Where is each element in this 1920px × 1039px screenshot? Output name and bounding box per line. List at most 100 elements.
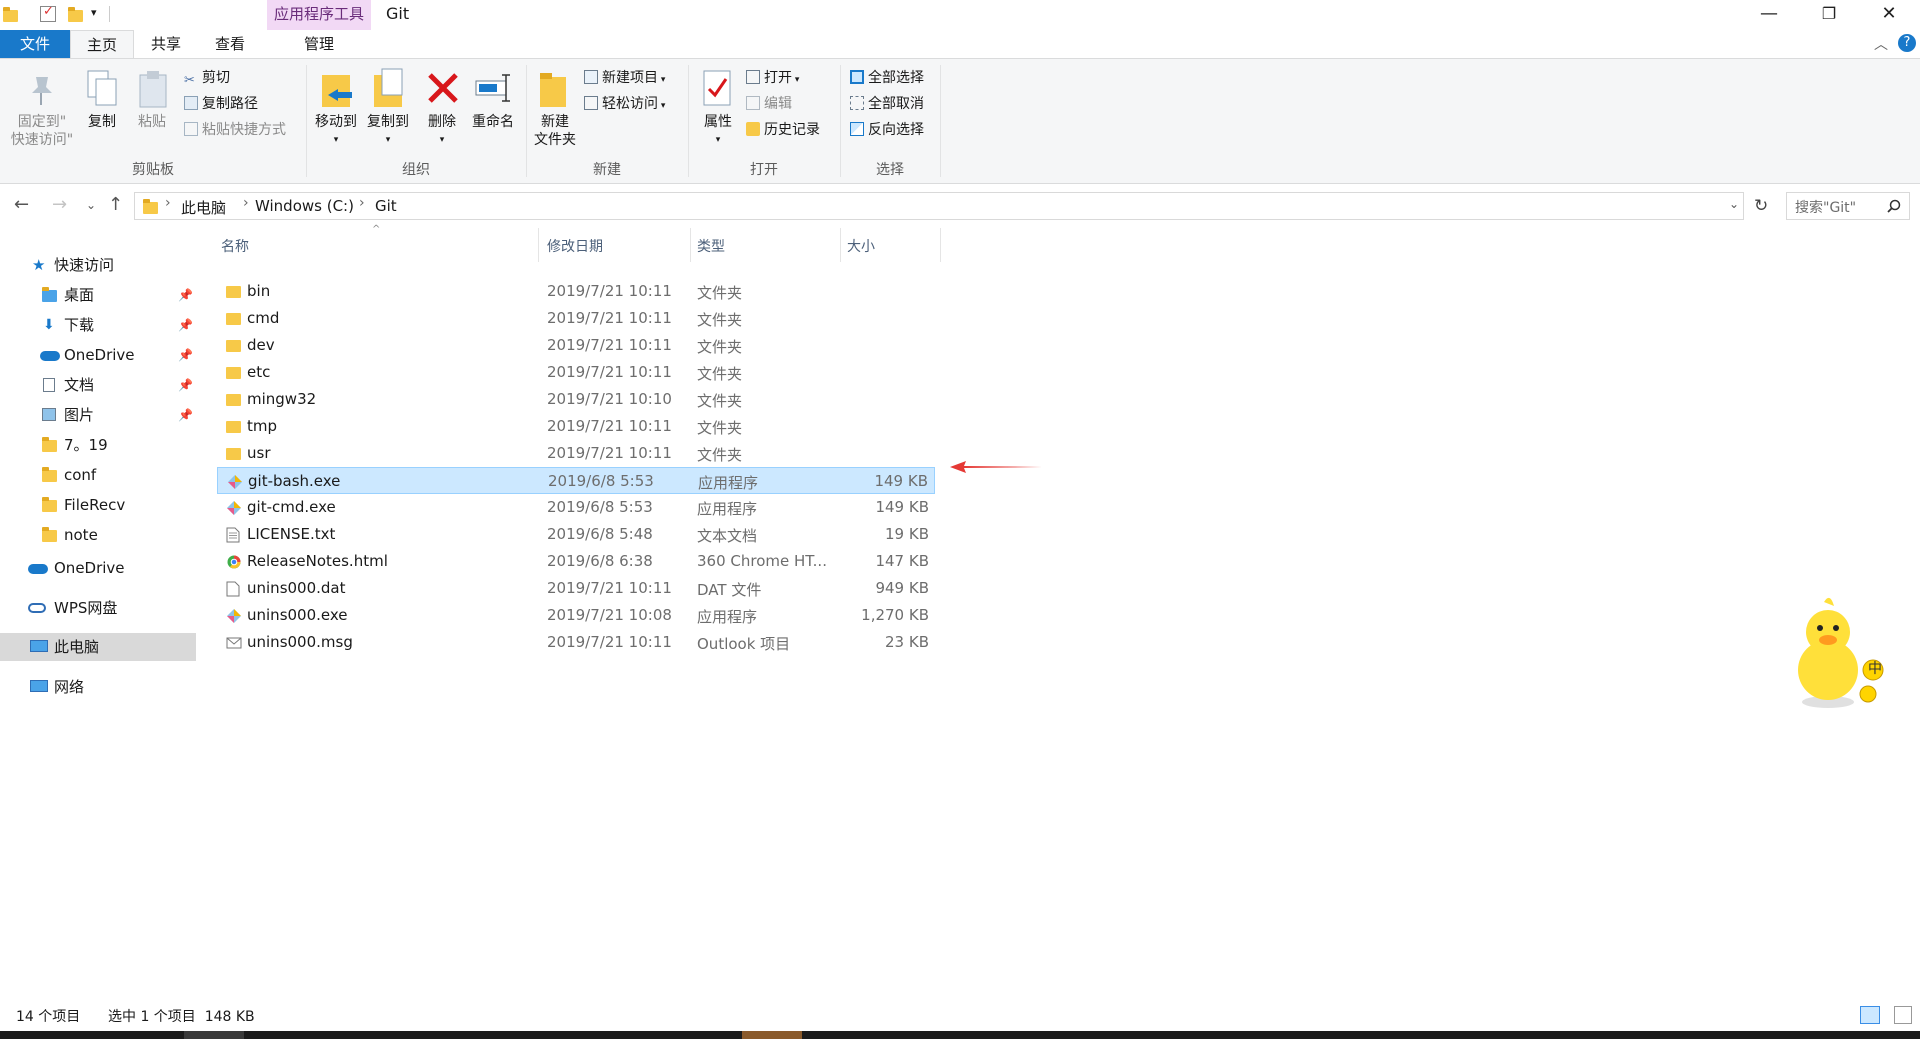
computer-icon — [30, 640, 48, 652]
pin-icon[interactable]: 📌 — [178, 371, 193, 399]
nav-network[interactable]: 网络 — [0, 673, 196, 701]
close-button[interactable]: ✕ — [1860, 0, 1918, 30]
new-folder-quick-icon[interactable] — [68, 7, 83, 22]
easy-access-button[interactable]: 轻松访问 ▾ — [584, 95, 665, 115]
taskbar-item[interactable] — [184, 1031, 244, 1039]
open-button[interactable]: 打开 ▾ — [746, 69, 799, 89]
column-header-size[interactable]: 大小 — [847, 236, 875, 256]
copy-path-button[interactable]: 复制路径 — [184, 95, 258, 113]
pin-to-quick-access-button[interactable]: 固定到" 快速访问" — [6, 113, 78, 149]
select-none-button[interactable]: 全部取消 — [850, 95, 924, 113]
nav-item-desktop[interactable]: 桌面 📌 — [0, 281, 196, 309]
nav-wps-drive[interactable]: WPS网盘 — [0, 594, 196, 622]
tab-home[interactable]: 主页 — [70, 30, 134, 58]
file-row[interactable]: unins000.msg 2019/7/21 10:11 Outlook 项目 23 … — [217, 629, 935, 656]
move-to-button[interactable]: 移动到 ▾ — [310, 113, 362, 149]
address-bar[interactable]: › 此电脑 › Windows (C:) › Git ⌄ — [134, 192, 1744, 220]
breadcrumb-this-pc[interactable]: 此电脑 — [181, 197, 226, 218]
pin-icon[interactable]: 📌 — [178, 281, 193, 309]
back-arrow-icon[interactable]: ← — [14, 194, 29, 215]
search-input[interactable]: 搜索"Git" — [1786, 192, 1910, 220]
file-row[interactable]: bin 2019/7/21 10:11 文件夹 — [217, 278, 935, 305]
customize-quick-access-icon[interactable]: ▾ — [91, 6, 97, 19]
file-row[interactable]: git-cmd.exe 2019/6/8 5:53 应用程序 149 KB — [217, 494, 935, 521]
column-divider[interactable] — [690, 228, 691, 262]
tab-manage[interactable]: 管理 — [267, 30, 371, 58]
file-type: 应用程序 — [698, 474, 759, 492]
edit-button[interactable]: 编辑 — [746, 95, 792, 113]
rename-button[interactable]: 重命名 — [466, 113, 520, 131]
file-row[interactable]: etc 2019/7/21 10:11 文件夹 — [217, 359, 935, 386]
file-row[interactable]: git-bash.exe 2019/6/8 5:53 应用程序 149 KB — [217, 467, 935, 494]
file-name: ReleaseNotes.html — [247, 552, 388, 570]
history-button[interactable]: 历史记录 — [746, 121, 820, 139]
help-icon[interactable]: ? — [1898, 34, 1916, 52]
pin-icon[interactable]: 📌 — [178, 401, 193, 429]
up-arrow-icon[interactable]: ↑ — [108, 194, 123, 215]
address-dropdown-chevron-icon[interactable]: ⌄ — [1729, 197, 1739, 211]
file-row[interactable]: mingw32 2019/7/21 10:10 文件夹 — [217, 386, 935, 413]
file-row[interactable]: usr 2019/7/21 10:11 文件夹 — [217, 440, 935, 467]
recent-locations-chevron-icon[interactable]: ⌄ — [86, 198, 96, 212]
file-row[interactable]: LICENSE.txt 2019/6/8 5:48 文本文档 19 KB — [217, 521, 935, 548]
file-row[interactable]: tmp 2019/7/21 10:11 文件夹 — [217, 413, 935, 440]
copy-button[interactable]: 复制 — [84, 113, 120, 131]
nav-this-pc[interactable]: 此电脑 — [0, 633, 196, 661]
chevron-right-icon[interactable]: › — [359, 195, 365, 211]
nav-item-conf[interactable]: conf — [0, 461, 196, 489]
column-divider[interactable] — [840, 228, 841, 262]
column-header-date[interactable]: 修改日期 — [547, 236, 603, 256]
tab-share[interactable]: 共享 — [134, 30, 198, 58]
nav-item-documents[interactable]: 文档 📌 — [0, 371, 196, 399]
ime-chinese-badge[interactable]: 中 — [1865, 658, 1885, 678]
properties-button[interactable]: 属性 ▾ — [694, 113, 742, 149]
git-app-icon — [226, 608, 242, 628]
new-folder-button[interactable]: 新建 文件夹 — [530, 113, 580, 149]
select-all-button[interactable]: 全部选择 — [850, 69, 924, 87]
paste-shortcut-button[interactable]: 粘贴快捷方式 — [184, 121, 286, 139]
delete-button[interactable]: 删除 ▾ — [422, 113, 462, 149]
properties-quick-icon[interactable]: ✓ — [40, 4, 56, 22]
breadcrumb-git[interactable]: Git — [375, 197, 397, 215]
nav-item-note[interactable]: note — [0, 521, 196, 549]
copy-to-button[interactable]: 复制到 ▾ — [362, 113, 414, 149]
tab-file[interactable]: 文件 — [0, 30, 70, 58]
nav-item-onedrive-quick[interactable]: OneDrive 📌 — [0, 341, 196, 369]
nav-quick-access[interactable]: ★ 快速访问 — [0, 251, 196, 279]
folder-icon — [226, 448, 241, 460]
new-item-button[interactable]: 新建项目 ▾ — [584, 69, 665, 89]
chevron-right-icon[interactable]: › — [165, 195, 171, 211]
search-icon[interactable] — [1887, 199, 1901, 213]
column-header-name[interactable]: 名称 — [221, 236, 249, 256]
file-row[interactable]: ReleaseNotes.html 2019/6/8 6:38 360 Chrome… — [217, 548, 935, 575]
file-row[interactable]: dev 2019/7/21 10:11 文件夹 — [217, 332, 935, 359]
maximize-button[interactable]: ❐ — [1800, 0, 1858, 30]
forward-arrow-icon[interactable]: → — [52, 194, 67, 215]
large-icons-view-icon[interactable] — [1894, 1006, 1912, 1024]
minimize-button[interactable]: — — [1740, 0, 1798, 30]
nav-item-filerecv[interactable]: FileRecv — [0, 491, 196, 519]
file-row[interactable]: cmd 2019/7/21 10:11 文件夹 — [217, 305, 935, 332]
paste-button[interactable]: 粘贴 — [134, 113, 170, 131]
breadcrumb-windows-c[interactable]: Windows (C:) — [255, 197, 354, 215]
details-view-icon[interactable] — [1860, 1006, 1880, 1024]
invert-selection-button[interactable]: 反向选择 — [850, 121, 924, 139]
file-name: git-cmd.exe — [247, 498, 336, 516]
pin-icon[interactable]: 📌 — [178, 311, 193, 339]
collapse-ribbon-icon[interactable]: ︿ — [1874, 34, 1888, 54]
cut-button[interactable]: ✂ 剪切 — [184, 69, 230, 88]
chevron-right-icon[interactable]: › — [243, 195, 249, 211]
pin-icon[interactable]: 📌 — [178, 341, 193, 369]
nav-onedrive[interactable]: OneDrive — [0, 554, 196, 582]
nav-item-pictures[interactable]: 图片 📌 — [0, 401, 196, 429]
column-divider[interactable] — [940, 228, 941, 262]
tab-view[interactable]: 查看 — [198, 30, 262, 58]
file-row[interactable]: unins000.dat 2019/7/21 10:11 DAT 文件 949 KB — [217, 575, 935, 602]
column-header-type[interactable]: 类型 — [697, 236, 725, 256]
nav-item-downloads[interactable]: ⬇ 下载 📌 — [0, 311, 196, 339]
file-row[interactable]: unins000.exe 2019/7/21 10:08 应用程序 1,270 KB — [217, 602, 935, 629]
nav-item-folder-7-19[interactable]: 7。19 — [0, 431, 196, 459]
refresh-icon[interactable]: ↻ — [1754, 196, 1768, 216]
taskbar-item[interactable] — [742, 1031, 802, 1039]
column-divider[interactable] — [538, 228, 539, 262]
